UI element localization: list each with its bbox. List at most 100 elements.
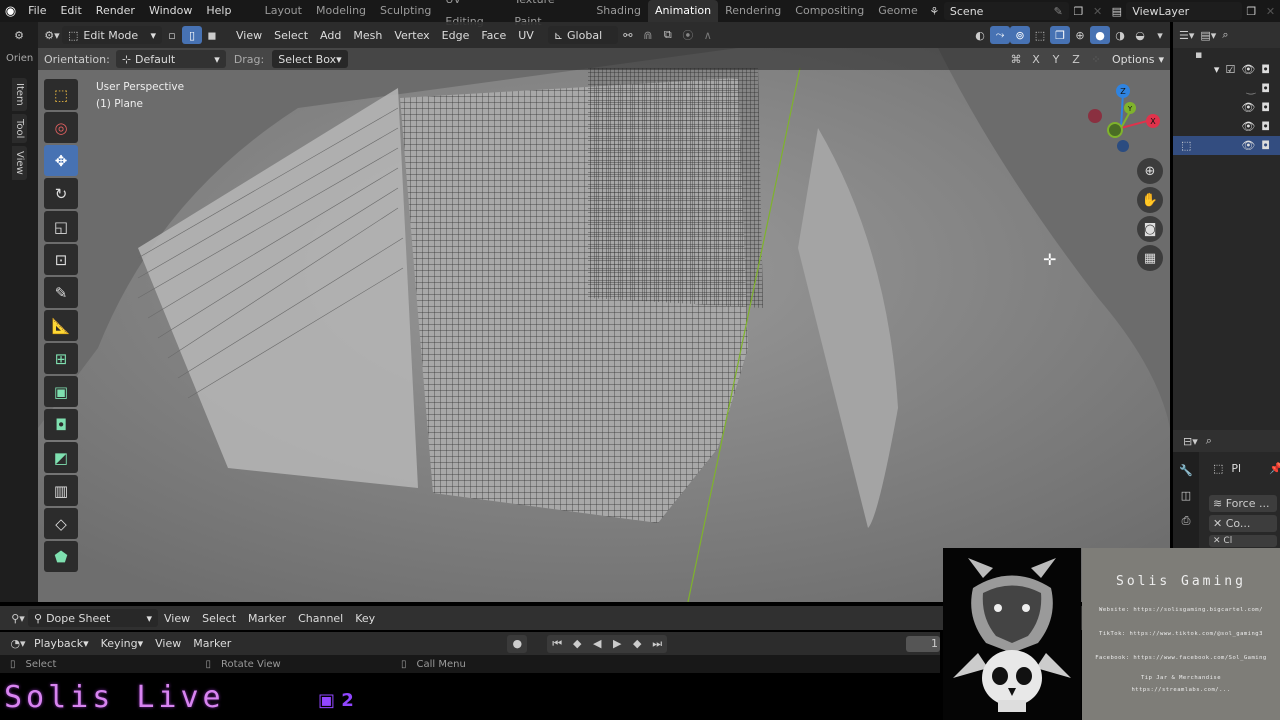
tool-poly-build[interactable]: ⬟ bbox=[44, 541, 78, 572]
proportional-edit-icon[interactable]: ⦿ bbox=[678, 26, 698, 44]
properties-search-icon[interactable]: ⌕ bbox=[1206, 434, 1212, 448]
xray-toggle-icon[interactable]: ❐ bbox=[1050, 26, 1070, 44]
tool-bevel[interactable]: ◩ bbox=[44, 442, 78, 473]
eye-icon[interactable]: 👁 bbox=[1241, 63, 1255, 76]
ortho-grid-icon[interactable]: ▦ bbox=[1137, 245, 1163, 271]
pin-icon[interactable]: ✎ bbox=[1054, 5, 1063, 18]
visibility-icon[interactable]: ◐ bbox=[970, 26, 990, 44]
menu-vertex[interactable]: Vertex bbox=[388, 26, 435, 44]
close-icon[interactable]: ✕ bbox=[1213, 536, 1223, 546]
axis-z-toggle[interactable]: Z bbox=[1066, 50, 1086, 68]
jump-end-icon[interactable]: ⏭ bbox=[647, 635, 667, 653]
outliner-row-plane-selected[interactable]: ⬚ 👁 ◘ bbox=[1173, 136, 1280, 155]
record-icon[interactable]: ● bbox=[507, 634, 528, 653]
axis-y-toggle[interactable]: Y bbox=[1046, 50, 1066, 68]
workspace-tab-geometry[interactable]: Geome bbox=[871, 0, 925, 22]
menu-face[interactable]: Face bbox=[475, 26, 512, 44]
mesh-edit-overlay-icon[interactable]: ⬚ bbox=[1030, 26, 1050, 44]
3d-viewport[interactable] bbox=[38, 48, 1170, 602]
workspace-tab-compositing[interactable]: Compositing bbox=[788, 0, 871, 22]
dope-menu-channel[interactable]: Channel bbox=[292, 609, 349, 627]
delete-view-layer-icon[interactable]: ✕ bbox=[1261, 2, 1280, 20]
pan-hand-icon[interactable]: ✋ bbox=[1137, 187, 1163, 213]
new-scene-icon[interactable]: ❐ bbox=[1069, 2, 1088, 20]
dope-sheet-mode-selector[interactable]: ⚲ Dope Sheet ▾ bbox=[28, 609, 158, 627]
checkbox-icon[interactable]: ☑ bbox=[1225, 63, 1235, 76]
menu-file[interactable]: File bbox=[21, 0, 53, 22]
view-layer-icon[interactable]: ▤ bbox=[1107, 2, 1126, 20]
tool-add-cube[interactable]: ⊞ bbox=[44, 343, 78, 374]
menu-uv[interactable]: UV bbox=[512, 26, 540, 44]
outliner-search-icon[interactable]: ⌕ bbox=[1222, 28, 1228, 42]
axis-x-toggle[interactable]: X bbox=[1026, 50, 1046, 68]
view-layer-filter-icon[interactable]: ▤▾ bbox=[1200, 29, 1216, 42]
transform-orientation-selector[interactable]: ⊾ Global bbox=[547, 26, 618, 44]
workspace-tab-sculpting[interactable]: Sculpting bbox=[373, 0, 438, 22]
dope-menu-marker[interactable]: Marker bbox=[242, 609, 292, 627]
snap-target-icon[interactable]: ⧉ bbox=[658, 26, 678, 44]
pin-icon[interactable]: 📌 bbox=[1269, 462, 1280, 475]
drag-selector[interactable]: Select Box ▾ bbox=[272, 50, 348, 68]
scene-selector[interactable]: Scene ✎ bbox=[943, 2, 1069, 20]
modifier-collision[interactable]: ✕ Co... bbox=[1209, 515, 1277, 532]
tool-rotate[interactable]: ↻ bbox=[44, 178, 78, 209]
menu-add[interactable]: Add bbox=[314, 26, 347, 44]
tool-knife[interactable]: ◇ bbox=[44, 508, 78, 539]
workspace-tab-modeling[interactable]: Modeling bbox=[309, 0, 373, 22]
workspace-tab-layout[interactable]: Layout bbox=[258, 0, 309, 22]
workspace-tab-animation[interactable]: Animation bbox=[648, 0, 719, 22]
outliner-row[interactable]: 👁 ◘ bbox=[1173, 117, 1280, 136]
jump-start-icon[interactable]: ⏮ bbox=[547, 635, 567, 653]
dope-menu-key[interactable]: Key bbox=[349, 609, 381, 627]
view-layer-selector[interactable]: ViewLayer bbox=[1126, 2, 1242, 20]
tool-scale[interactable]: ◱ bbox=[44, 211, 78, 242]
dope-menu-select[interactable]: Select bbox=[196, 609, 242, 627]
delete-scene-icon[interactable]: ✕ bbox=[1088, 2, 1107, 20]
mode-selector[interactable]: ⬚ Edit Mode ▾ bbox=[62, 26, 162, 44]
eye-icon[interactable]: 👁 bbox=[1241, 120, 1255, 133]
topology-mirror-icon[interactable]: ⁘ bbox=[1086, 50, 1106, 68]
camera-view-icon[interactable]: ◙ bbox=[1137, 216, 1163, 242]
timeline-editor-icon[interactable]: ◔▾ bbox=[8, 635, 28, 653]
options-dropdown[interactable]: Options ▾ bbox=[1106, 50, 1170, 68]
eye-closed-icon[interactable]: ‿ bbox=[1246, 82, 1255, 95]
keying-menu[interactable]: Keying ▾ bbox=[95, 635, 149, 653]
play-reverse-icon[interactable]: ◀ bbox=[587, 635, 607, 653]
outliner-row[interactable]: ‿ ◘ bbox=[1173, 79, 1280, 98]
camera-icon[interactable]: ◘ bbox=[1261, 139, 1270, 152]
sidebar-tab-view[interactable]: View bbox=[12, 146, 27, 180]
solid-shading-icon[interactable]: ● bbox=[1090, 26, 1110, 44]
rendered-shading-icon[interactable]: ◒ bbox=[1130, 26, 1150, 44]
editor-type-icon[interactable]: ⚙ bbox=[0, 22, 38, 48]
editor-type-icon-dopesheet[interactable]: ⚲▾ bbox=[8, 609, 28, 627]
camera-icon[interactable]: ◘ bbox=[1261, 63, 1270, 76]
new-view-layer-icon[interactable]: ❐ bbox=[1242, 2, 1261, 20]
outliner-row-collection[interactable]: ▾ ☑ 👁 ◘ bbox=[1173, 60, 1280, 79]
wireframe-shading-icon[interactable]: ⊕ bbox=[1070, 26, 1090, 44]
playback-menu[interactable]: Playback ▾ bbox=[28, 635, 95, 653]
orientation-selector[interactable]: ⊹ Default ▾ bbox=[115, 50, 226, 68]
prev-keyframe-icon[interactable]: ◆ bbox=[567, 635, 587, 653]
menu-select[interactable]: Select bbox=[268, 26, 314, 44]
timeline-menu-marker[interactable]: Marker bbox=[187, 635, 237, 653]
camera-icon[interactable]: ◘ bbox=[1261, 120, 1270, 133]
eye-icon[interactable]: 👁 bbox=[1241, 101, 1255, 114]
output-properties-icon[interactable]: ⎙ bbox=[1173, 514, 1199, 528]
menu-mesh[interactable]: Mesh bbox=[347, 26, 388, 44]
menu-render[interactable]: Render bbox=[89, 0, 142, 22]
workspace-tab-shading[interactable]: Shading bbox=[589, 0, 648, 22]
menu-help[interactable]: Help bbox=[199, 0, 238, 22]
tool-extrude[interactable]: ▣ bbox=[44, 376, 78, 407]
camera-icon[interactable]: ◘ bbox=[1261, 101, 1270, 114]
material-shading-icon[interactable]: ◑ bbox=[1110, 26, 1130, 44]
scene-icon[interactable]: ⚘ bbox=[925, 2, 944, 20]
mirror-icon[interactable]: ⌘ bbox=[1006, 50, 1026, 68]
tool-transform[interactable]: ⊡ bbox=[44, 244, 78, 275]
outliner-row[interactable]: 👁 ◘ bbox=[1173, 98, 1280, 117]
tool-annotate[interactable]: ✎ bbox=[44, 277, 78, 308]
sidebar-tab-item[interactable]: Item bbox=[12, 78, 27, 111]
snap-icon[interactable]: ⋒ bbox=[638, 26, 658, 44]
tool-cursor[interactable]: ◎ bbox=[44, 112, 78, 143]
dope-menu-view[interactable]: View bbox=[158, 609, 196, 627]
overlays-toggle-icon[interactable]: ⊚ bbox=[1010, 26, 1030, 44]
